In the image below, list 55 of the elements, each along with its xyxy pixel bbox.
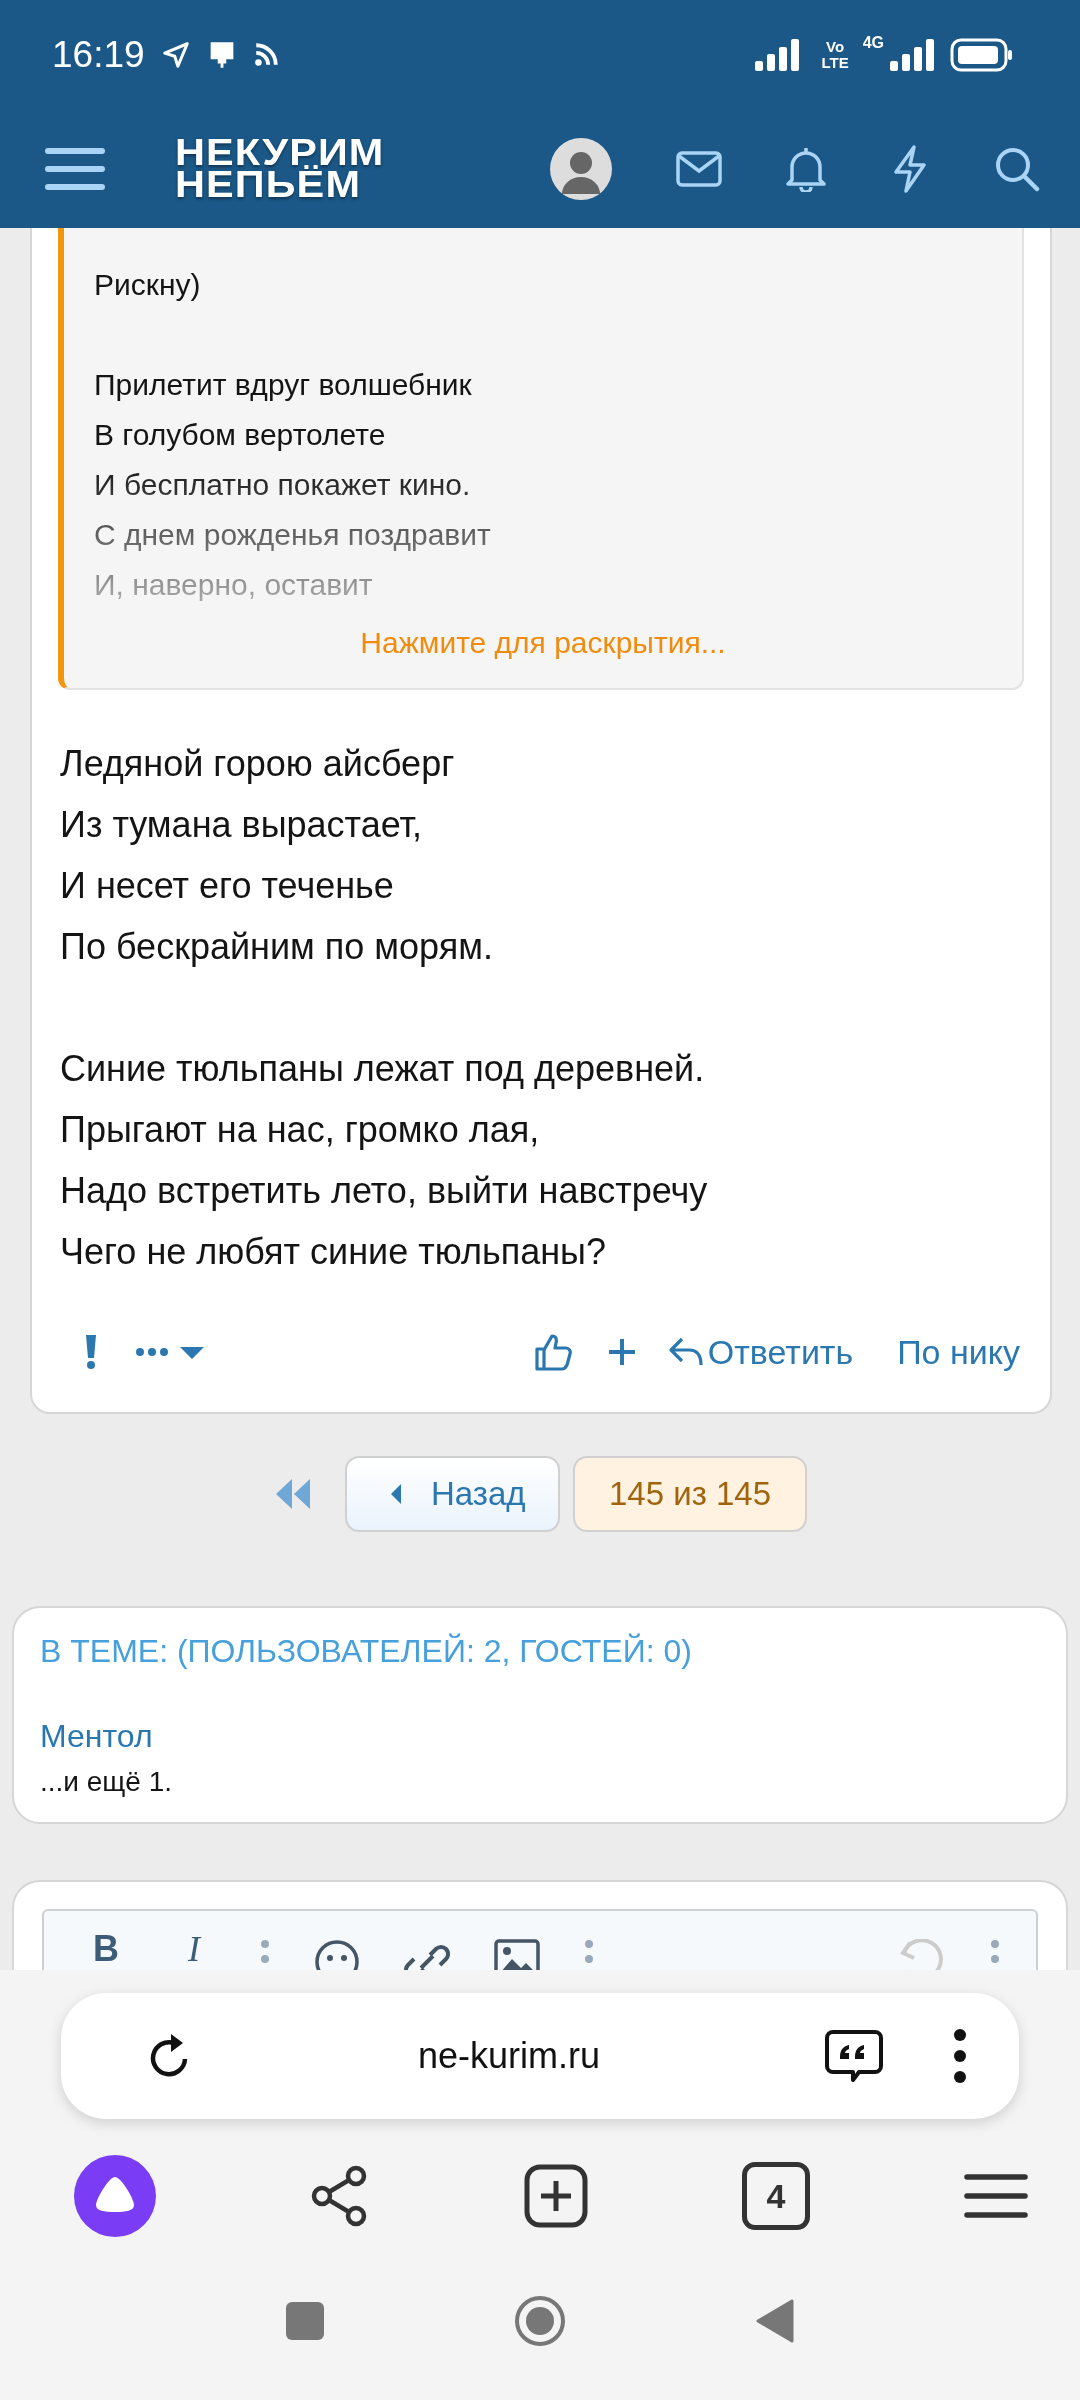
back-icon[interactable] (756, 2299, 794, 2343)
clock: 16:19 (52, 34, 145, 76)
like-icon[interactable] (533, 1333, 572, 1371)
recents-icon[interactable] (286, 2302, 324, 2340)
online-title: В ТЕМЕ: (ПОЛЬЗОВАТЕЛЕЙ: 2, ГОСТЕЙ: 0) (40, 1632, 693, 1671)
lte-label: LTE (821, 55, 849, 71)
post-text-line: Чего не любят синие тюльпаны? (60, 1230, 607, 1274)
bell-icon[interactable] (786, 146, 826, 192)
quote-by-nick-link[interactable]: По нику (897, 1332, 1020, 1372)
more-options-icon[interactable] (136, 1344, 204, 1360)
mail-icon[interactable] (676, 151, 722, 187)
plus-icon[interactable] (607, 1338, 636, 1366)
quote-line: Прилетит вдруг волшебник (94, 367, 473, 403)
new-tab-icon[interactable] (524, 2164, 588, 2228)
search-icon[interactable] (994, 146, 1040, 192)
url-text[interactable]: ne-kurim.ru (193, 2035, 825, 2077)
reply-arrow-icon (667, 1336, 704, 1368)
quote-line: И, наверно, оставит (94, 567, 374, 603)
italic-button[interactable]: I (172, 1931, 216, 1967)
page-indicator: 145 из 145 (573, 1456, 807, 1532)
home-icon[interactable] (514, 2295, 566, 2347)
more-users-text: ...и ещё 1. (40, 1765, 174, 1799)
post-text-line: И несет его теченье (60, 864, 395, 908)
location-icon (160, 40, 191, 70)
menu-icon[interactable] (964, 2173, 1028, 2219)
assistant-icon[interactable] (74, 2155, 156, 2237)
post-text-line: По бескрайним по морям. (60, 925, 494, 969)
quote-line: В голубом вертолете (94, 417, 387, 453)
kebab-menu-icon[interactable] (953, 2029, 967, 2083)
reply-button[interactable]: Ответить (667, 1332, 854, 1372)
post-text-line: Из тумана вырастает, (60, 803, 424, 847)
signal-icon (890, 39, 936, 71)
quote-line: Рискну) (94, 267, 202, 303)
volte-label: Vo (826, 39, 845, 55)
post-text-line: Ледяной горою айсберг (60, 742, 456, 786)
battery-icon (950, 38, 1014, 72)
avatar[interactable] (550, 138, 612, 200)
caret-icon (389, 1483, 403, 1505)
back-button[interactable]: Назад (345, 1456, 560, 1532)
post-text-line: Надо встретить лето, выйти навстречу (60, 1169, 709, 1213)
bold-button[interactable]: B (84, 1931, 128, 1967)
quote-line: И бесплатно покажет кино. (94, 467, 472, 503)
signal-icon (755, 39, 802, 71)
tabs-button[interactable]: 4 (742, 2162, 810, 2230)
image-icon[interactable] (494, 1939, 540, 1970)
address-bar[interactable]: ne-kurim.ru (61, 1993, 1019, 2119)
quote-line: С днем рожденья поздравит (94, 517, 492, 553)
cast-icon (252, 42, 279, 68)
network-label: 4G (862, 34, 884, 52)
quote-bubble-icon[interactable] (825, 2029, 883, 2083)
site-logo[interactable]: НЕКУРИМ НЕПЬЁМ (175, 137, 385, 201)
post-text-line: Синие тюльпаны лежат под деревней. (60, 1047, 706, 1091)
post-text-line: Прыгают на нас, громко лая, (60, 1108, 541, 1152)
report-icon[interactable] (84, 1335, 98, 1369)
user-link[interactable]: Ментол (40, 1718, 153, 1754)
